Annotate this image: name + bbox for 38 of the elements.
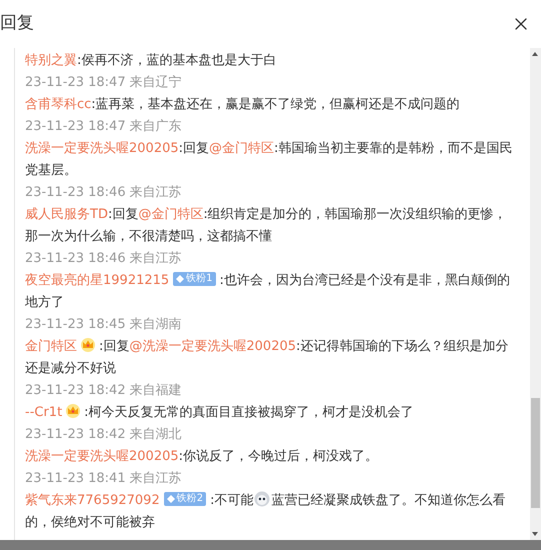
comment-meta: 23-11-23 18:42 来自湖北 bbox=[25, 426, 183, 444]
fan-badge: 铁粉1 bbox=[173, 272, 216, 286]
diamond-icon bbox=[166, 495, 175, 503]
user-link[interactable]: 金门特区 bbox=[25, 339, 77, 354]
mention-link[interactable]: @洗澡一定要洗头喔200205 bbox=[129, 339, 296, 354]
diamond-icon bbox=[176, 275, 184, 283]
user-link[interactable]: 特别之翼 bbox=[25, 53, 77, 68]
fan-badge: 铁粉2 bbox=[164, 492, 206, 506]
user-link[interactable]: 含甫琴科cc bbox=[25, 97, 92, 112]
user-link[interactable]: 威人民服务TD bbox=[25, 207, 108, 222]
comment-meta: 23-11-23 18:42 来自福建 bbox=[25, 382, 183, 400]
user-link[interactable]: --Cr1t bbox=[25, 405, 62, 420]
mention-link[interactable]: @金门特区 bbox=[138, 207, 204, 222]
comment-meta: 23-11-23 18:45 来自湖南 bbox=[25, 316, 183, 334]
comment-text: 夜空最亮的星19921215 铁粉1 :也许会，因为台湾已经是个没有是非，黑白颠倒的地方了 bbox=[25, 271, 511, 312]
dialog-title: 回复 bbox=[0, 12, 34, 36]
comment-text: 含甫琴科cc:蓝再菜，基本盘还在，赢是赢不了绿党，但赢柯还是不成问题的 bbox=[25, 96, 461, 114]
comment-text: 洗澡一定要洗头喔200205:你说反了，今晚过后，柯没戏了。 bbox=[25, 448, 380, 466]
comment-text: 洗澡一定要洗头喔200205:回复@金门特区:韩国瑜当初主要靠的是韩粉，而不是国民党基层。 bbox=[25, 140, 514, 180]
comment-meta: 23-11-23 18:47 来自广东 bbox=[25, 118, 183, 136]
emoji-icon bbox=[254, 491, 270, 507]
comment-meta: 23-11-23 18:46 来自江苏 bbox=[25, 184, 183, 202]
comment-text: --Cr1t :柯今天反复无常的真面目直接被揭穿了，柯才是没机会了 bbox=[25, 402, 415, 422]
user-link[interactable]: 洗澡一定要洗头喔200205 bbox=[25, 449, 179, 464]
comment-meta: 23-11-23 18:46 来自江苏 bbox=[25, 250, 183, 268]
user-link[interactable]: 洗澡一定要洗头喔200205 bbox=[25, 141, 179, 156]
comment-text: 威人民服务TD:回复@金门特区:组织肯定是加分的，韩国瑜那一次没组织输的更惨，那一次为什么输，不很清楚吗，这都搞不懂 bbox=[25, 206, 508, 246]
comment-meta: 23-11-23 18:41 来自江苏 bbox=[25, 470, 183, 488]
comment-text: 金门特区 :回复@洗澡一定要洗头喔200205:还记得韩国瑜的下场么？组织是加分还是减分不好说 bbox=[25, 336, 510, 378]
crown-icon bbox=[80, 337, 96, 352]
user-link[interactable]: 紫气东来7765927092 bbox=[25, 493, 160, 508]
comment-text: 特别之翼:侯再不济，蓝的基本盘也是大于白 bbox=[25, 52, 278, 70]
user-link[interactable]: 夜空最亮的星19921215 bbox=[25, 273, 170, 288]
comment-meta: 23-11-23 18:47 来自辽宁 bbox=[25, 74, 183, 92]
mention-link[interactable]: @金门特区 bbox=[209, 141, 274, 156]
scrollbar[interactable] bbox=[530, 48, 541, 540]
crown-icon bbox=[65, 403, 82, 418]
comment-text: 紫气东来7765927092 铁粉2 :不可能 蓝营已经凝聚成铁盘了。不知道你怎么看的，侯绝对不可能被弃 bbox=[25, 490, 506, 532]
